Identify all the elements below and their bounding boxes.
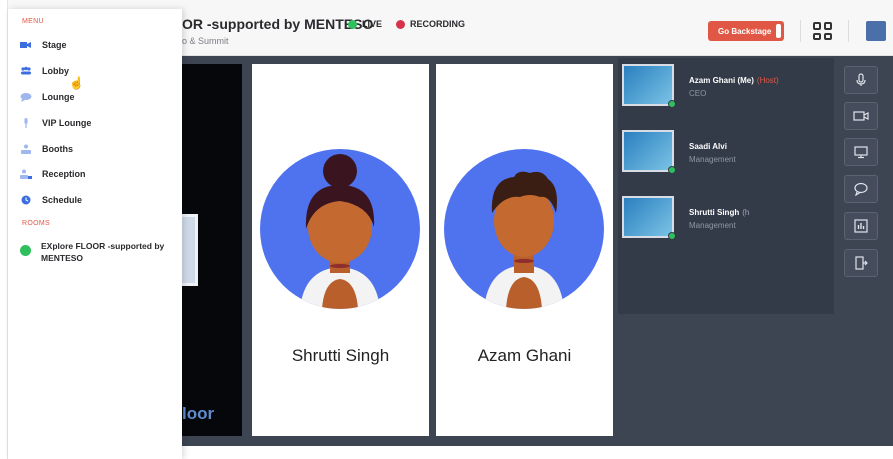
presentation-video: loor — [182, 64, 242, 436]
chat-button[interactable] — [844, 175, 878, 203]
speaker-name: Azam Ghani — [477, 346, 572, 365]
screen-share-icon — [854, 146, 868, 159]
sidebar-item-reception[interactable]: Reception — [20, 166, 86, 182]
sidebar-item-schedule[interactable]: Schedule — [20, 192, 82, 208]
online-dot-icon — [668, 100, 676, 108]
rooms-section-label: ROOMS — [22, 220, 50, 227]
people-icon — [21, 66, 31, 75]
navigation-sidebar: MENU Stage Lobby Lounge VIP Lounge Booth… — [8, 9, 182, 459]
presentation-screen — [182, 214, 198, 286]
speaker-tile[interactable]: Azam Ghani — [436, 64, 613, 436]
live-label: LIVE — [362, 19, 383, 29]
participant-video-thumbnail — [622, 64, 676, 108]
participant-name: Shrutti Singh (h — [689, 208, 749, 217]
mic-icon — [856, 73, 866, 86]
exit-icon — [855, 256, 868, 270]
participant-video-thumbnail — [622, 130, 676, 174]
recording-dot-icon — [396, 19, 405, 29]
sidebar-item-label: Lounge — [42, 92, 75, 102]
room-label: EXplore FLOOR -supported by MENTESO — [41, 241, 165, 263]
sidebar-item-lobby[interactable]: Lobby — [20, 63, 69, 79]
sidebar-item-booths[interactable]: Booths — [20, 141, 73, 157]
participant-video-thumbnail — [622, 196, 676, 240]
go-backstage-button[interactable]: Go Backstage — [708, 21, 784, 41]
participant-name: Azam Ghani (Me) (Host) — [689, 76, 779, 85]
speaker-name: Shrutti Singh — [291, 346, 390, 365]
booth-icon — [21, 144, 31, 154]
mic-button[interactable] — [844, 66, 878, 94]
exit-button[interactable] — [844, 249, 878, 277]
participant-row[interactable]: Shrutti Singh (h Management — [622, 192, 830, 244]
participant-tag: (h — [742, 208, 750, 217]
participants-panel: Azam Ghani (Me) (Host) CEO Saadi Alvi Man… — [618, 58, 834, 314]
sidebar-item-label: VIP Lounge — [42, 118, 92, 128]
clock-icon — [21, 195, 31, 205]
sidebar-item-label: Booths — [42, 144, 73, 154]
live-dot-icon — [348, 19, 357, 29]
participant-name: Saadi Alvi — [689, 142, 727, 151]
participant-name-text: Azam Ghani (Me) — [689, 76, 754, 85]
header-divider — [800, 20, 801, 42]
window-edge — [0, 0, 8, 459]
online-dot-icon — [668, 232, 676, 240]
sidebar-room-item[interactable]: EXplore FLOOR -supported by MENTESO — [20, 240, 170, 264]
screen-share-button[interactable] — [844, 138, 878, 166]
participant-role: CEO — [689, 89, 707, 98]
mic-icon — [24, 118, 28, 128]
sidebar-item-label: Lobby — [42, 66, 69, 76]
video-logo: loor — [182, 404, 215, 423]
sidebar-item-lounge[interactable]: Lounge — [20, 89, 75, 105]
participant-role: Management — [689, 221, 736, 230]
poll-button[interactable] — [844, 212, 878, 240]
poll-icon — [854, 219, 868, 233]
profile-thumbnail[interactable] — [866, 21, 886, 41]
header-divider — [848, 20, 849, 42]
sidebar-item-label: Schedule — [42, 195, 83, 205]
chat-icon — [20, 93, 32, 102]
go-backstage-label: Go Backstage — [718, 26, 772, 36]
sidebar-item-label: Reception — [42, 169, 86, 179]
sidebar-item-stage[interactable]: Stage — [20, 37, 67, 53]
participant-row[interactable]: Saadi Alvi Management — [622, 126, 830, 178]
video-button[interactable] — [844, 102, 878, 130]
chat-bubble-icon — [854, 182, 868, 196]
live-badge: LIVE — [348, 19, 382, 29]
menu-section-label: MENU — [22, 18, 44, 25]
layout-grid-icon[interactable] — [813, 22, 833, 40]
reception-icon — [20, 169, 32, 179]
female-avatar-icon — [260, 149, 420, 309]
speaker-tile[interactable]: Shrutti Singh — [252, 64, 429, 436]
recording-label: RECORDING — [410, 19, 466, 29]
participant-name-text: Shrutti Singh — [689, 208, 740, 217]
recording-badge: RECORDING — [396, 19, 465, 29]
camera-icon — [20, 42, 31, 48]
participant-role: Management — [689, 155, 736, 164]
male-avatar-icon — [444, 149, 604, 309]
room-status-dot-icon — [20, 245, 31, 256]
video-icon — [853, 111, 869, 121]
sidebar-item-vip-lounge[interactable]: VIP Lounge — [20, 115, 91, 131]
host-tag: (Host) — [756, 76, 779, 85]
sidebar-item-label: Stage — [42, 40, 67, 50]
online-dot-icon — [668, 166, 676, 174]
event-subtitle: o & Summit — [182, 36, 229, 46]
event-title: OR -supported by MENTESO — [182, 16, 374, 32]
participant-row[interactable]: Azam Ghani (Me) (Host) CEO — [622, 60, 830, 112]
hand-cursor-icon: ☝ — [69, 76, 84, 90]
